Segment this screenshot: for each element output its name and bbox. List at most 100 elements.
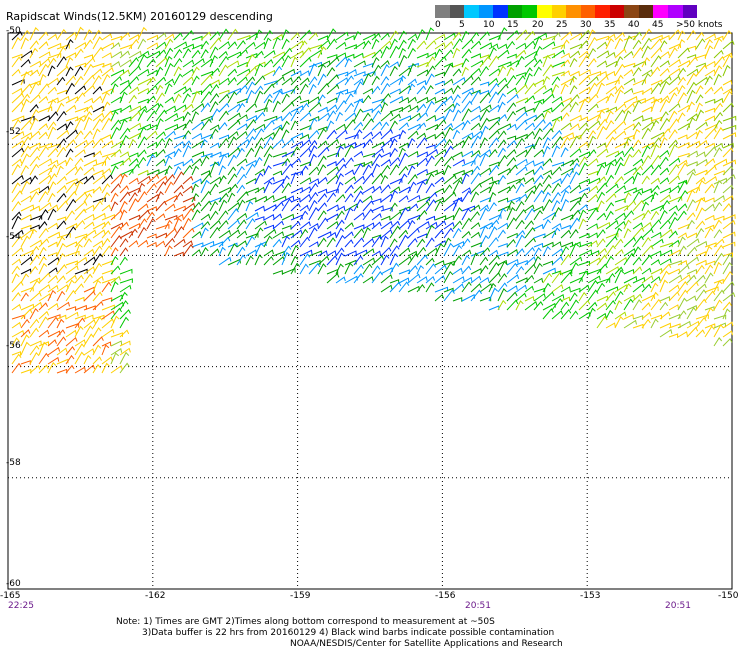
wind-barb xyxy=(434,187,445,194)
wind-barb xyxy=(47,164,58,176)
wind-barb xyxy=(119,284,132,293)
wind-barb xyxy=(515,219,525,230)
wind-barb xyxy=(686,295,697,302)
wind-barb xyxy=(11,247,24,257)
wind-barb xyxy=(632,227,645,239)
wind-barb xyxy=(56,123,68,131)
wind-barb xyxy=(632,67,642,77)
wind-barb xyxy=(47,361,57,374)
wind-barb xyxy=(632,39,642,50)
wind-barb xyxy=(92,364,101,374)
wind-barb xyxy=(83,348,95,356)
wind-barb xyxy=(713,299,723,311)
wind-barb xyxy=(488,261,500,275)
legend-swatch xyxy=(478,5,494,18)
wind-barb xyxy=(677,189,688,203)
wind-barb xyxy=(74,351,85,365)
wind-barb xyxy=(452,220,463,230)
wind-barb xyxy=(308,76,318,86)
wind-barb xyxy=(128,57,139,68)
wind-barb xyxy=(524,274,535,284)
wind-barb xyxy=(569,148,582,158)
wind-barb xyxy=(317,176,328,185)
wind-barb xyxy=(83,84,96,95)
wind-barb xyxy=(524,177,535,185)
wind-barb xyxy=(83,238,92,248)
wind-barb xyxy=(506,232,518,239)
wind-barb xyxy=(632,90,644,95)
wind-barb xyxy=(605,51,616,59)
wind-barb xyxy=(20,268,32,275)
wind-barb xyxy=(542,241,554,248)
wind-barb xyxy=(218,121,228,131)
wind-barb xyxy=(623,153,633,167)
wind-barb xyxy=(227,173,238,185)
wind-barb xyxy=(452,297,463,302)
wind-barb xyxy=(434,115,445,122)
wind-barb xyxy=(182,87,192,95)
wind-barb xyxy=(20,83,33,95)
wind-barb xyxy=(704,69,716,77)
wind-barb xyxy=(650,47,663,59)
wind-barb xyxy=(515,177,526,185)
wind-barb xyxy=(623,268,635,275)
wind-barb xyxy=(506,285,518,293)
wind-barb xyxy=(29,60,42,68)
wind-barb xyxy=(596,254,608,266)
wind-barb xyxy=(281,38,290,50)
wind-barb xyxy=(11,303,22,311)
wind-barb xyxy=(497,242,508,248)
wind-barb xyxy=(227,119,241,131)
wind-barbs xyxy=(11,26,737,374)
wind-barb xyxy=(497,77,508,86)
wind-barb xyxy=(560,147,569,158)
wind-barb xyxy=(452,38,463,50)
wind-barb xyxy=(38,329,50,338)
wind-barb xyxy=(20,71,30,86)
wind-barb xyxy=(263,235,273,248)
wind-barb xyxy=(704,60,716,68)
wind-barb xyxy=(515,292,527,302)
wind-barb xyxy=(227,154,237,167)
wind-barb xyxy=(137,87,150,95)
wind-barb xyxy=(704,197,715,203)
wind-barb xyxy=(11,158,23,167)
wind-barb xyxy=(137,226,147,239)
wind-barb xyxy=(29,327,39,338)
wind-barb xyxy=(542,109,551,122)
lon-label-150: -150 xyxy=(718,591,739,601)
wind-barb xyxy=(713,49,724,59)
wind-barb xyxy=(551,83,560,95)
wind-barb xyxy=(290,109,300,122)
wind-barb xyxy=(713,170,725,176)
wind-barb xyxy=(479,256,489,266)
wind-barb xyxy=(659,328,673,338)
wind-barb xyxy=(605,193,617,203)
wind-barb xyxy=(191,132,203,140)
wind-barb xyxy=(191,230,202,239)
wind-barb xyxy=(20,235,31,248)
wind-barb xyxy=(83,213,95,221)
wind-barb xyxy=(65,148,74,158)
wind-barb xyxy=(488,137,500,149)
wind-barb xyxy=(317,46,327,59)
wind-barb xyxy=(227,183,238,194)
wind-barb xyxy=(389,147,398,158)
wind-barb xyxy=(299,165,309,176)
wind-barb xyxy=(101,134,112,140)
wind-barb xyxy=(506,258,519,266)
wind-barb xyxy=(569,171,580,185)
wind-barb xyxy=(335,123,346,131)
lon-label-165: -165 xyxy=(0,591,21,601)
wind-barb xyxy=(551,199,561,212)
wind-barb xyxy=(335,129,348,140)
wind-barb xyxy=(479,222,494,230)
wind-barb xyxy=(542,169,553,176)
wind-barb xyxy=(47,208,57,221)
wind-barb xyxy=(668,291,680,302)
wind-barb xyxy=(488,254,500,266)
wind-barb xyxy=(74,296,85,302)
wind-barb xyxy=(11,321,22,329)
wind-barb xyxy=(587,103,599,113)
wind-barb xyxy=(11,362,22,374)
